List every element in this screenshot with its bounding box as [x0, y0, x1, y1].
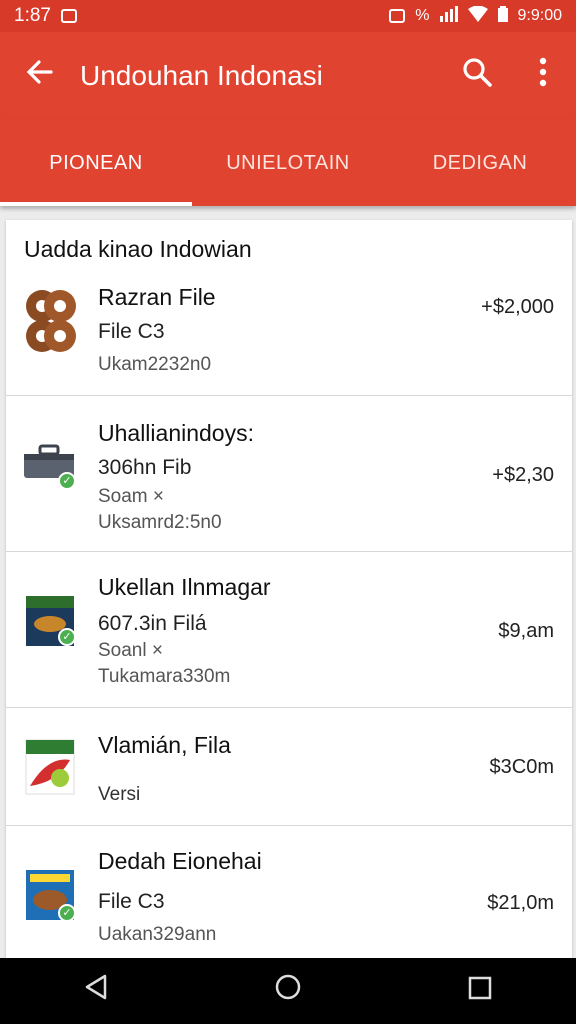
toolbox-icon: ✓: [22, 442, 80, 500]
item-meta: Tukamara330m: [98, 666, 231, 687]
check-icon: ✓: [58, 904, 76, 922]
list-item[interactable]: ✓ Dedah Eionehai File C3 Uakan329ann $21…: [6, 826, 572, 960]
status-bar: 1:87 % 9:9:00: [0, 0, 576, 32]
home-nav-icon[interactable]: [248, 973, 328, 1009]
status-clock: 9:9:00: [517, 7, 562, 24]
list-item[interactable]: ✓ Ukellan Ilnmagar 607.3in Filá Soanl × …: [6, 552, 572, 708]
food-thumbnail-icon: ✓: [22, 866, 80, 924]
item-title: Vlamián, Fila: [98, 732, 231, 758]
item-status: Soam ×: [98, 486, 165, 507]
fruit-icon: [22, 738, 80, 796]
tab-bar: PIONEAN UNIELOTAIN DEDIGAN: [0, 120, 576, 206]
section-title: Uadda kinao Indowian: [24, 236, 252, 262]
item-subtitle: 306hn Fib: [98, 456, 192, 479]
recents-nav-icon[interactable]: [440, 974, 520, 1008]
page-title: Undouhan Indonasi: [80, 60, 323, 91]
more-vert-icon[interactable]: [510, 57, 576, 95]
tab-pionean[interactable]: PIONEAN: [0, 120, 192, 206]
item-price: $3C0m: [489, 756, 554, 778]
item-title: Razran File: [98, 284, 216, 310]
item-price: +$2,30: [492, 464, 554, 486]
tab-dedigan[interactable]: DEDIGAN: [384, 120, 576, 206]
item-subtitle: 607.3in Filá: [98, 612, 207, 635]
arrow-left-icon[interactable]: [0, 57, 80, 96]
system-nav-bar: [0, 958, 576, 1024]
item-price: $21,0m: [487, 892, 554, 914]
item-title: Ukellan Ilnmagar: [98, 574, 271, 600]
item-status: Soanl ×: [98, 640, 163, 661]
notification-icon: [60, 9, 77, 23]
status-time: 1:87: [14, 5, 51, 26]
check-icon: ✓: [58, 472, 76, 490]
item-price: +$2,000: [481, 296, 554, 318]
list-item[interactable]: ✓ Uhallianindoys: 306hn Fib Soam × Uksam…: [6, 396, 572, 552]
notification-icon: [389, 9, 406, 23]
tab-unielotain[interactable]: UNIELOTAIN: [192, 120, 384, 206]
list-item[interactable]: Vlamián, Fila Versi $3C0m: [6, 708, 572, 826]
battery-percent: %: [415, 7, 430, 24]
item-price: $9,am: [498, 620, 554, 642]
item-subtitle: File C3: [98, 320, 165, 343]
item-meta: Uksamrd2:5n0: [98, 512, 222, 533]
wifi-icon: [467, 5, 488, 27]
donut-icon: [22, 284, 80, 352]
signal-icon: [439, 5, 458, 27]
item-title: Uhallianindoys:: [98, 420, 254, 446]
downloads-card: Uadda kinao Indowian Razran File File C3…: [6, 220, 572, 960]
item-meta: Ukam2232n0: [98, 354, 212, 375]
item-subtitle: File C3: [98, 890, 165, 913]
back-nav-icon[interactable]: [56, 973, 136, 1009]
app-bar: Undouhan Indonasi: [0, 32, 576, 120]
item-title: Dedah Eionehai: [98, 848, 262, 874]
list-item[interactable]: Razran File File C3 Ukam2232n0 +$2,000: [6, 274, 572, 396]
game-thumbnail-icon: ✓: [22, 592, 80, 650]
battery-icon: [497, 5, 508, 27]
item-subtitle: Versi: [98, 784, 141, 805]
item-meta: Uakan329ann: [98, 924, 217, 945]
check-icon: ✓: [58, 628, 76, 646]
search-icon[interactable]: [444, 56, 510, 96]
